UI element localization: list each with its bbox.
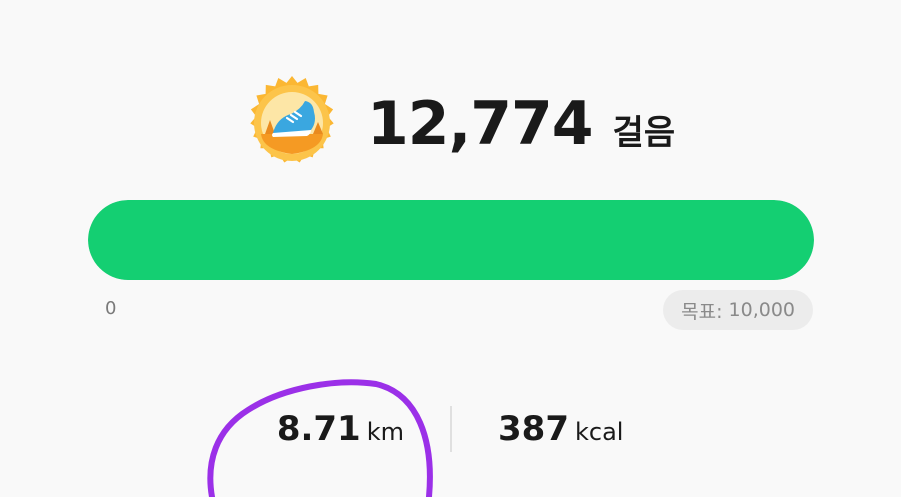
running-shoe-badge-icon [250, 76, 334, 163]
goal-label: 목표: [681, 300, 723, 323]
goal-badge[interactable]: 목표: 10,000 [663, 290, 813, 330]
stats-divider [450, 406, 452, 452]
step-progress-bar [88, 200, 814, 280]
distance-stat: 8.71 km [277, 404, 404, 457]
progress-min-label: 0 [105, 298, 117, 319]
step-progress-fill [88, 200, 814, 280]
step-count: 12,774 걸음 [367, 88, 675, 160]
goal-value: 10,000 [728, 299, 795, 321]
steps-value: 12,774 [367, 89, 594, 159]
distance-unit: km [366, 418, 404, 446]
calories-value: 387 [498, 409, 569, 449]
calories-stat: 387 kcal [498, 404, 623, 457]
distance-value: 8.71 [276, 409, 361, 449]
steps-unit: 걸음 [612, 113, 676, 153]
calories-unit: kcal [574, 418, 624, 446]
